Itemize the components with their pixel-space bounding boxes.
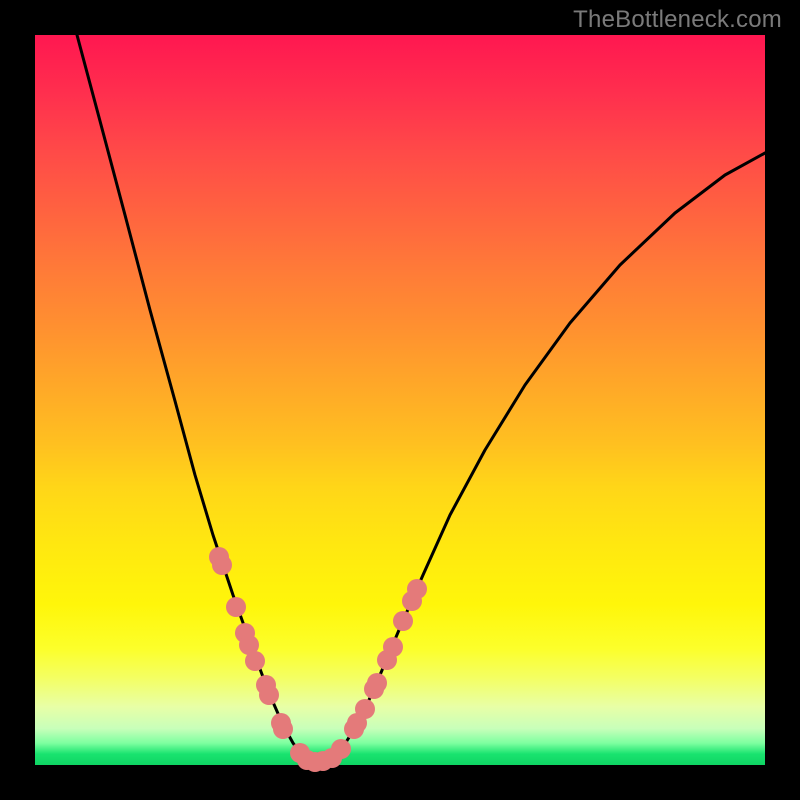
data-marker: [407, 579, 427, 599]
data-marker: [393, 611, 413, 631]
chart-frame: TheBottleneck.com: [0, 0, 800, 800]
data-marker: [212, 555, 232, 575]
curve-svg: [35, 35, 765, 765]
data-marker: [355, 699, 375, 719]
data-marker: [273, 719, 293, 739]
data-marker: [259, 685, 279, 705]
data-marker: [226, 597, 246, 617]
data-marker: [367, 673, 387, 693]
data-marker: [331, 739, 351, 759]
marker-group: [209, 547, 427, 772]
plot-area: [35, 35, 765, 765]
data-marker: [245, 651, 265, 671]
watermark-text: TheBottleneck.com: [573, 6, 782, 34]
bottleneck-curve: [77, 35, 765, 763]
data-marker: [383, 637, 403, 657]
